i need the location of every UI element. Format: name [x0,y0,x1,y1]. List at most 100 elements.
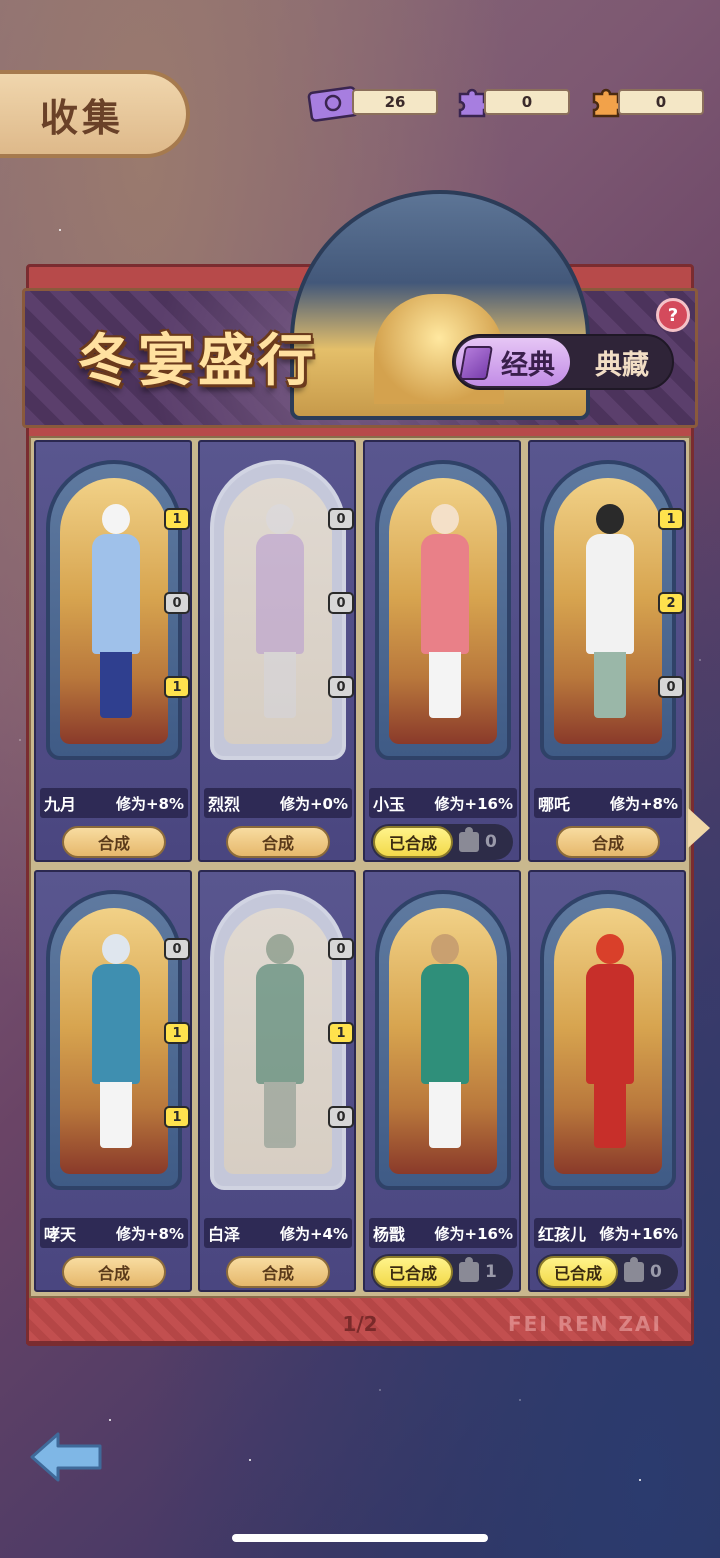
piece-count-badge: 0 [328,592,354,614]
piece-count-badge: 0 [328,508,354,530]
piece-count-badge: 2 [658,592,684,614]
character-card[interactable]: 1 2 0 哪吒 修为+8% 合成 [528,440,686,862]
character-card[interactable]: 0 0 0 烈烈 修为+0% 合成 [198,440,356,862]
synthesize-button[interactable]: 合成 [226,826,330,858]
figure-head [102,504,130,534]
orange-puzzle-count: 0 [618,89,704,115]
synthesize-button[interactable]: 合成 [62,1256,166,1288]
character-name: 白泽 [208,1225,241,1244]
character-card[interactable]: 0 1 1 哮天 修为+8% 合成 [34,870,192,1292]
character-name-bar: 杨戬 修为+16% [369,1218,517,1248]
synthesized-status: 已合成 1 [371,1254,513,1290]
figure-legs [429,652,461,718]
figure-legs [264,652,296,718]
puzzle-piece-icon [624,1257,644,1282]
character-figure [582,504,638,724]
figure-head [596,504,624,534]
figure-body [92,534,140,654]
leftover-pieces: 0 [624,1257,662,1284]
figure-body [92,964,140,1084]
piece-count-badge: 0 [164,938,190,960]
piece-count-badge: 1 [164,1022,190,1044]
mode-toggle: 经典 典藏 [452,334,674,390]
piece-count-badge: 1 [164,676,190,698]
character-card[interactable]: 0 1 0 白泽 修为+4% 合成 [198,870,356,1292]
portrait-frame [375,460,511,760]
tab-classic[interactable]: 经典 [456,338,570,386]
cultivation-bonus: 修为+8% [115,794,184,813]
piece-count-badge: 1 [328,1022,354,1044]
character-name-bar: 九月 修为+8% [40,788,188,818]
figure-head [596,934,624,964]
figure-legs [264,1082,296,1148]
synthesized-badge: 已合成 [373,826,453,858]
character-card[interactable]: 小玉 修为+16% 已合成 0 [363,440,521,862]
puzzle-piece-icon [459,1257,479,1282]
character-name-bar: 哮天 修为+8% [40,1218,188,1248]
watermark: FEI REN ZAI [508,1312,662,1336]
cultivation-bonus: 修为+8% [115,1224,184,1243]
character-card[interactable]: 1 0 1 九月 修为+8% 合成 [34,440,192,862]
synthesize-button[interactable]: 合成 [556,826,660,858]
figure-body [421,964,469,1084]
piece-count-badge: 0 [658,676,684,698]
synthesize-button[interactable]: 合成 [62,826,166,858]
synthesized-badge: 已合成 [538,1256,618,1288]
character-name: 杨戬 [373,1225,406,1244]
next-page-arrow-icon[interactable] [688,808,710,848]
figure-legs [594,1082,626,1148]
character-figure [582,934,638,1154]
page-title: 收集 [40,95,125,140]
character-card[interactable]: 红孩儿 修为+16% 已合成 0 [528,870,686,1292]
tab-collection[interactable]: 典藏 [572,338,672,386]
character-name-bar: 哪吒 修为+8% [534,788,682,818]
leftover-piece-count: 0 [485,832,497,852]
portrait-frame [210,460,346,760]
figure-body [256,534,304,654]
cultivation-bonus: 修为+16% [434,794,513,813]
character-name-bar: 白泽 修为+4% [204,1218,352,1248]
piece-count-badge: 0 [328,676,354,698]
portrait-frame [46,890,182,1190]
synthesized-badge: 已合成 [373,1256,453,1288]
portrait-frame [540,460,676,760]
figure-head [431,504,459,534]
character-name: 哪吒 [538,795,571,814]
figure-legs [594,652,626,718]
synthesized-status: 已合成 0 [371,824,513,860]
tab-classic-label: 经典 [501,349,555,381]
character-figure [417,934,473,1154]
character-figure [88,504,144,724]
character-card[interactable]: 杨戬 修为+16% 已合成 1 [363,870,521,1292]
figure-head [431,934,459,964]
back-arrow-icon[interactable] [28,1430,106,1484]
figure-body [421,534,469,654]
synthesized-status: 已合成 0 [536,1254,678,1290]
piece-count-badge: 0 [328,1106,354,1128]
book-icon [459,346,493,380]
purple-puzzle-count: 0 [484,89,570,115]
figure-legs [100,1082,132,1148]
cultivation-bonus: 修为+16% [434,1224,513,1243]
home-indicator [232,1534,488,1542]
character-name: 九月 [44,795,77,814]
character-name-bar: 小玉 修为+16% [369,788,517,818]
leftover-piece-count: 1 [485,1262,497,1282]
portrait-frame [210,890,346,1190]
figure-head [102,934,130,964]
help-button[interactable]: ? [656,298,690,332]
portrait-frame [46,460,182,760]
character-name: 哮天 [44,1225,77,1244]
cultivation-bonus: 修为+8% [609,794,678,813]
character-figure [252,934,308,1154]
character-figure [417,504,473,724]
cultivation-bonus: 修为+4% [279,1224,348,1243]
synthesize-button[interactable]: 合成 [226,1256,330,1288]
character-figure [252,504,308,724]
cultivation-bonus: 修为+16% [599,1224,678,1243]
figure-head [266,934,294,964]
character-name: 烈烈 [208,795,241,814]
event-title: 冬宴盛行 [78,329,318,394]
portrait-frame [375,890,511,1190]
puzzle-piece-icon [459,827,479,852]
